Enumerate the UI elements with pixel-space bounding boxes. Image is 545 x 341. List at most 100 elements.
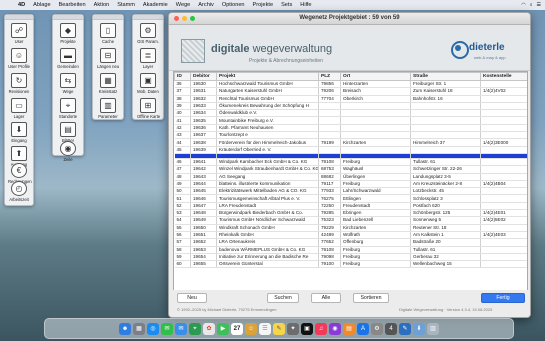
palette-titlebar[interactable] xyxy=(133,15,163,20)
messages-icon[interactable]: ✉ xyxy=(161,322,173,335)
table-row[interactable]: 52 19647 LRA Freudenstadt 72250 Freudenstadt… xyxy=(174,202,527,211)
palette-titlebar[interactable] xyxy=(5,15,33,20)
table-row[interactable]: 56 19651 Rheinkalk GmbH 42489 Wülfrath Am Kal… xyxy=(174,231,527,240)
kreisstatz-tool[interactable]: ▦ Kreisstatz xyxy=(97,73,119,95)
gemeinden-tool[interactable]: ▬ Gemeinden xyxy=(57,48,79,70)
table-row[interactable]: 40 19634 Ödenwaldklub e.V. xyxy=(174,109,527,118)
table-row[interactable]: 58 19653 badenova WÄRMEPLUS GmbH & Co. KG 7… xyxy=(174,246,527,254)
menu-sets[interactable]: Sets xyxy=(277,2,296,8)
table-row[interactable]: 38 19632 Renchtal Tourismus GmbH 77704 Oberk… xyxy=(174,95,527,103)
table-row[interactable]: 43 19637 Tourlontzept e xyxy=(174,131,527,140)
table-row[interactable]: 54 19649 Tourismus GmbH Nördlicher Schwarz… xyxy=(174,216,527,225)
suchen-button[interactable]: Suchen xyxy=(267,293,299,303)
launchpad-icon[interactable]: ▦ xyxy=(133,322,145,335)
downloads-folder-icon[interactable]: ⬇ xyxy=(413,322,425,335)
table-row[interactable]: 37 19631 Naturgarten Kaiserstuhl GmbH 79206… xyxy=(174,87,527,96)
gis-param-tool[interactable]: ⚙ GIS Param. xyxy=(137,23,159,45)
zoom-button[interactable] xyxy=(190,16,195,21)
maps-icon[interactable]: ⌖ xyxy=(189,322,201,335)
neu-button[interactable]: Neu xyxy=(177,293,207,303)
window-titlebar[interactable]: Wegenetz Projektgebiet : 59 von 59 xyxy=(169,13,530,25)
eingang-tool[interactable]: ⬇ Eingang xyxy=(8,122,30,144)
offline-karte-tool[interactable]: ⊞ Offline Karte xyxy=(137,98,160,120)
table-row[interactable]: 50 19645 Elektrizitätswerk Mittelbaden AG … xyxy=(174,187,527,196)
table-row[interactable]: 55 19650 Windkraft Schonach GmbH 79229 Kirch… xyxy=(174,224,527,232)
column-header-debitor[interactable]: Debitor xyxy=(190,72,217,81)
contacts-icon[interactable]: ☺ xyxy=(245,322,257,335)
palette-titlebar[interactable] xyxy=(53,15,83,20)
lager-tool[interactable]: ▭ Lager xyxy=(8,98,30,120)
close-button[interactable] xyxy=(174,16,179,21)
podcasts-icon[interactable]: ◉ xyxy=(329,322,341,335)
facetime-icon[interactable]: ▶ xyxy=(217,322,229,335)
table-row[interactable]: 45 19639 Kräuterdorf Oberried e. V. xyxy=(174,146,527,154)
table-row[interactable]: 41 19635 Mountainbike Freiburg e.V. xyxy=(174,116,527,125)
search-icon[interactable]: ⌕ xyxy=(530,2,533,8)
system-settings-icon[interactable]: ⚙ xyxy=(371,322,383,335)
sortieren-button[interactable]: Sortieren xyxy=(353,293,389,303)
layer-tool[interactable]: ≣ Layer xyxy=(137,48,159,70)
menu-optionen[interactable]: Optionen xyxy=(218,2,249,8)
projects-table[interactable]: ID Debitor Projekt PLZ Ort Straße Kosten… xyxy=(173,71,528,291)
mail-icon[interactable]: ✉ xyxy=(175,322,187,335)
column-header-plz[interactable]: PLZ xyxy=(318,72,341,81)
menu-hilfe[interactable]: Hilfe xyxy=(296,2,315,8)
table-row[interactable]: 57 19652 LRA Ortenaukreis 77652 Offenburg Bad… xyxy=(174,238,527,247)
table-row[interactable]: 48 19643 AG Seegang 88682 Überlingen Landungs… xyxy=(174,173,527,181)
books-icon[interactable]: ▤ xyxy=(343,322,355,335)
projekte-tool[interactable]: ◆ Projekte xyxy=(57,23,79,45)
trash-icon[interactable]: ▥ xyxy=(427,322,439,335)
control-center-icon[interactable]: ☰ xyxy=(537,2,541,8)
menu-stamm[interactable]: Stamm xyxy=(113,2,139,8)
menu-archiv[interactable]: Archiv xyxy=(194,2,218,8)
menu-aktion[interactable]: Aktion xyxy=(90,2,114,8)
menu-akademie[interactable]: Akademie xyxy=(139,2,172,8)
tv-icon[interactable]: ▣ xyxy=(301,322,313,335)
app-menu[interactable]: 4D xyxy=(14,2,29,8)
palette-titlebar[interactable] xyxy=(93,15,123,20)
table-row[interactable]: 42 19636 Kath. Pfarramt Neuhausen xyxy=(174,124,527,133)
4d-app-icon[interactable]: 4 xyxy=(385,322,397,335)
user-tool[interactable]: ☍ User xyxy=(8,23,30,45)
parameter-tool[interactable]: ▥ Parameter xyxy=(97,98,119,120)
user-profile-tool[interactable]: ☺ User Profile xyxy=(8,48,30,70)
menu-ablage[interactable]: Ablage xyxy=(29,2,54,8)
menu-projekte[interactable]: Projekte xyxy=(249,2,278,8)
column-header-ort[interactable]: Ort xyxy=(340,72,411,81)
table-row[interactable]: 49 19644 blatteins. illustrierte kommunika… xyxy=(174,180,527,189)
arbeitszeit-tool[interactable]: ◴ Arbeitszeit xyxy=(8,181,30,203)
calendar-icon[interactable]: 27 xyxy=(231,322,243,335)
table-row[interactable]: 36 19630 Hochschwarzwald Tourismus GmbH 798… xyxy=(174,80,527,89)
column-header-kostenstelle[interactable]: Kostenstelle xyxy=(480,72,527,81)
column-header-projekt[interactable]: Projekt xyxy=(216,72,319,81)
revisionen-tool[interactable]: ↻ Revisionen xyxy=(8,73,30,95)
minimize-button[interactable] xyxy=(182,16,187,21)
menu-wege[interactable]: Wege xyxy=(172,2,195,8)
music-icon[interactable]: ♫ xyxy=(315,322,327,335)
wifi-icon[interactable]: ◠ xyxy=(521,2,525,8)
app-store-icon[interactable]: A xyxy=(357,322,369,335)
column-header-id[interactable]: ID xyxy=(174,72,191,81)
alle-button[interactable]: Alle xyxy=(311,293,341,303)
table-row[interactable]: 51 19646 Tourismusgemeinschaft Albtal Plus… xyxy=(174,194,527,203)
column-header-strasse[interactable]: Straße xyxy=(410,72,481,81)
mob-daten-tool[interactable]: ▣ Mob. Daten xyxy=(137,73,159,95)
reminders-icon[interactable]: ☰ xyxy=(259,322,271,335)
laengen-neu-tool[interactable]: ⊟ Längen neu xyxy=(97,48,119,70)
standorte-tool[interactable]: ⌖ Standorte xyxy=(57,98,79,120)
table-row[interactable]: 47 19642 Winzel Windpark Straubenhardt Gmb… xyxy=(174,165,527,174)
textedit-icon[interactable]: ✎ xyxy=(399,322,411,335)
cache-tool[interactable]: ▯ Cache xyxy=(97,23,119,45)
fertig-button[interactable]: Fertig xyxy=(481,293,525,303)
table-row[interactable]: 44 19638 Förderverein für den Himmelreich-… xyxy=(174,138,527,147)
table-row[interactable]: 46 19641 Windpark Kambacher Eck GmbH & Co.… xyxy=(174,158,527,167)
table-row[interactable]: 60 19655 Ortsverein Günterstal 79100 Freibur… xyxy=(174,260,527,269)
menu-bearbeiten[interactable]: Bearbeiten xyxy=(55,2,90,8)
table-row[interactable]: 39 19633 Ökumenekreis Bewahrung der Schöpf… xyxy=(174,102,527,111)
table-row[interactable]: 53 19648 Bürgerwindpark Biederbach GmbH & … xyxy=(174,209,527,218)
notes-icon[interactable]: ✎ xyxy=(273,322,285,335)
finder-icon[interactable]: ☻ xyxy=(119,322,131,335)
freeform-icon[interactable]: ✦ xyxy=(287,322,299,335)
wege-tool[interactable]: ⇆ Wege xyxy=(57,73,79,95)
table-row[interactable]: 59 19654 Initiative zur Erinnerung an die … xyxy=(174,253,527,262)
